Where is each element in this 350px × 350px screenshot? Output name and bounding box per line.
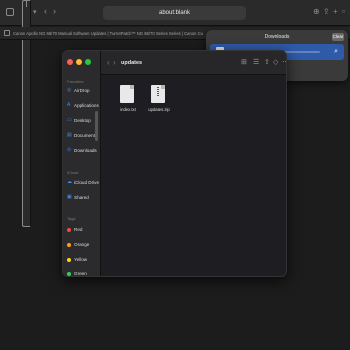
- sidebar-item-label: iCloud Drive: [74, 180, 100, 185]
- favorites-header: Favorites: [67, 79, 84, 84]
- downloads-title: Downloads: [264, 34, 290, 40]
- group-icon[interactable]: ☰: [253, 58, 259, 68]
- browser-window: ▾ ‹ › about:blank ⊕ ⇪ + ▫ Canon Apollo N…: [0, 0, 350, 350]
- red-tag-icon: [67, 227, 71, 232]
- finder-sidebar: Favorites ◎ AirDrop A Applications ▭ Deskto…: [63, 51, 101, 276]
- sidebar-item-label: Orange: [74, 242, 90, 247]
- chevron-down-icon[interactable]: ▾: [33, 8, 37, 18]
- file-name: updates.zip: [148, 107, 170, 112]
- sidebar-item-icloud-drive[interactable]: ☁ iCloud Drive: [67, 179, 100, 187]
- tag-icon[interactable]: ◇: [273, 58, 278, 68]
- finder-window: Favorites ◎ AirDrop A Applications ▭ Deskto…: [62, 50, 287, 277]
- text-document-icon: [120, 85, 134, 103]
- sidebar-item-shared[interactable]: ▣ Shared: [67, 194, 100, 202]
- airdrop-icon: ◎: [67, 87, 72, 94]
- sidebar-item-tag-orange[interactable]: Orange: [67, 241, 100, 249]
- sidebar-item-label: Desktop: [74, 118, 91, 123]
- sidebar-item-label: Green: [74, 271, 87, 276]
- sidebar-item-label: AirDrop: [74, 88, 90, 93]
- downloads-icon[interactable]: ⊕: [313, 7, 320, 17]
- share-icon[interactable]: ⇪: [323, 7, 330, 17]
- applications-icon: A: [67, 102, 71, 109]
- green-tag-icon: [67, 271, 71, 276]
- share-icon[interactable]: ⇪: [264, 58, 270, 68]
- minimize-button[interactable]: [76, 59, 82, 65]
- desktop-icon: ▭: [67, 117, 72, 124]
- cloud-icon: ☁: [67, 179, 72, 186]
- folder-title: updates: [121, 60, 143, 66]
- sidebar-item-label: Applications: [74, 103, 99, 108]
- sidebar-item-label: Red: [74, 227, 83, 232]
- downloads-icon: ⊙: [67, 147, 72, 154]
- sidebar-item-applications[interactable]: A Applications: [67, 102, 100, 110]
- sidebar-item-label: Yellow: [74, 257, 88, 262]
- zoom-button[interactable]: [85, 59, 91, 65]
- file-name: index.txt: [120, 107, 136, 112]
- new-tab-icon[interactable]: +: [333, 7, 338, 17]
- documents-icon: ▤: [67, 132, 72, 139]
- icloud-header: iCloud: [67, 170, 79, 175]
- sidebar-item-label: Downloads: [74, 148, 97, 153]
- view-grid-icon[interactable]: ⊞: [241, 58, 247, 68]
- clear-button[interactable]: Clear: [332, 33, 344, 41]
- sidebar-item-downloads[interactable]: ⊙ Downloads: [67, 147, 100, 155]
- forward-icon[interactable]: ›: [53, 6, 56, 16]
- tab-overview-icon[interactable]: ▫: [342, 7, 345, 17]
- sidebar-item-label: Shared: [74, 195, 89, 200]
- show-in-finder-icon[interactable]: ⌕: [334, 48, 338, 56]
- back-icon[interactable]: ‹: [107, 58, 110, 68]
- file-item-index[interactable]: index.txt: [113, 85, 143, 131]
- file-item-updates[interactable]: updates.zip: [144, 85, 174, 131]
- browser-toolbar: ▾ ‹ › about:blank ⊕ ⇪ + ▫: [0, 0, 350, 227]
- tags-header: Tags: [67, 216, 76, 221]
- yellow-tag-icon: [67, 257, 71, 262]
- finder-content: index.txt updates.zip: [101, 75, 286, 276]
- sidebar-item-airdrop[interactable]: ◎ AirDrop: [67, 87, 100, 95]
- zip-archive-icon: [151, 85, 165, 103]
- address-bar[interactable]: about:blank: [103, 6, 246, 20]
- more-icon[interactable]: ⋯: [282, 58, 286, 68]
- sidebar-scrollbar[interactable]: [95, 111, 98, 141]
- finder-toolbar: ‹ › updates ⊞ ☰ ⇪ ◇ ⋯: [101, 51, 286, 75]
- back-icon[interactable]: ‹: [44, 6, 47, 16]
- shared-folder-icon: ▣: [67, 194, 72, 201]
- sidebar-item-tag-yellow[interactable]: Yellow: [67, 256, 100, 264]
- sidebar-item-tag-red[interactable]: Red: [67, 226, 100, 234]
- window-menu-icon[interactable]: [6, 8, 14, 16]
- sidebar-item-tag-green[interactable]: Green: [67, 270, 100, 276]
- close-button[interactable]: [67, 59, 73, 65]
- sidebar-item-label: Documents: [74, 133, 98, 138]
- orange-tag-icon: [67, 242, 71, 247]
- tab-title[interactable]: Canon Apollo NG 66/70 Manual Software Up…: [13, 28, 203, 39]
- forward-icon[interactable]: ›: [113, 58, 116, 68]
- tab-favicon-icon: [4, 30, 10, 36]
